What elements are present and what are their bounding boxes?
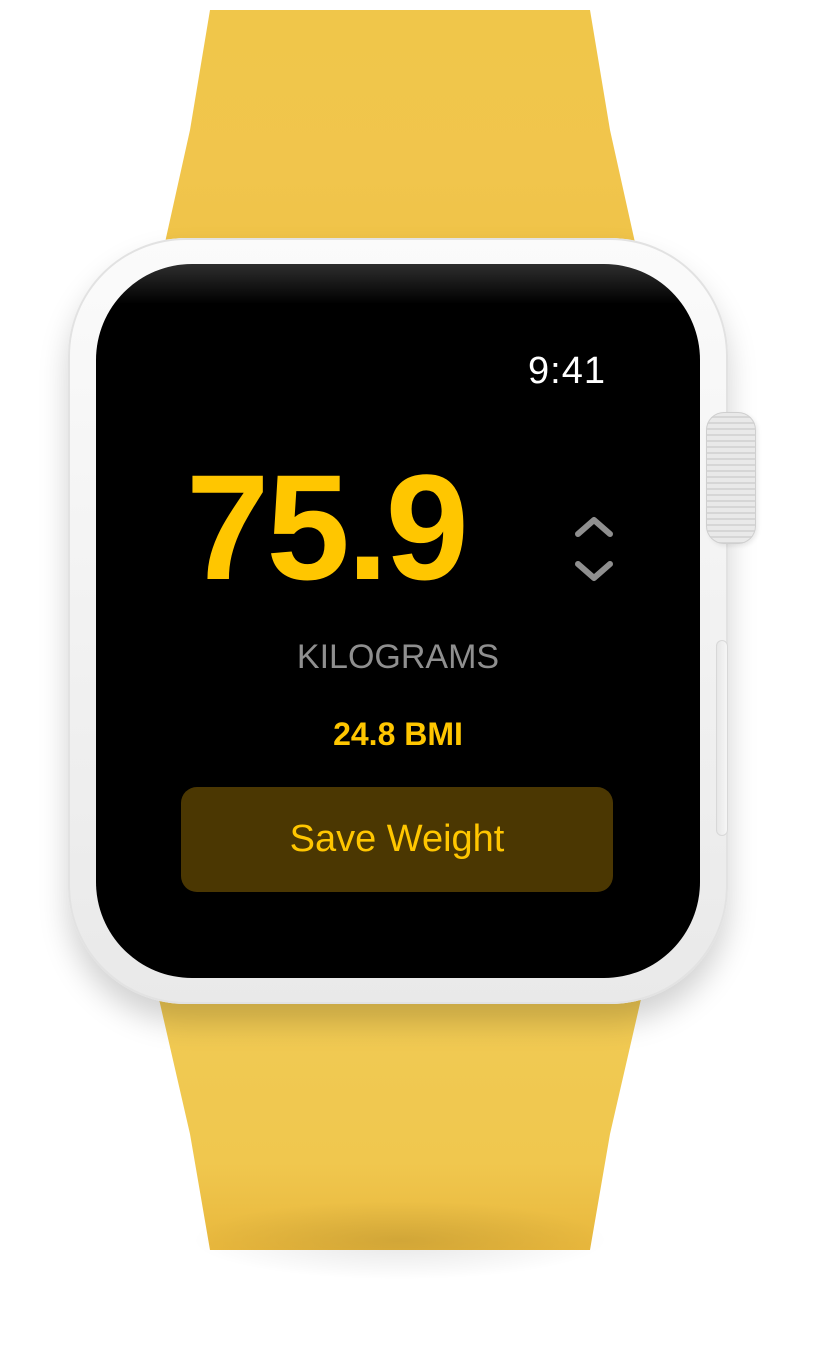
- weight-unit-label: KILOGRAMS: [296, 638, 500, 676]
- save-weight-button[interactable]: Save Weight: [181, 787, 613, 892]
- band-shadow: [190, 1200, 610, 1280]
- digital-crown[interactable]: [706, 412, 756, 544]
- watch-screen: 9:41 75.9 KILOGRAMS 24.8 BMI Save Weight: [96, 264, 700, 978]
- bmi-value: 24.8 BMI: [333, 716, 463, 752]
- chevron-up-down-icon[interactable]: [572, 514, 616, 588]
- weight-value[interactable]: 75.9: [186, 452, 469, 602]
- watch-mockup: 9:41 75.9 KILOGRAMS 24.8 BMI Save Weight: [0, 0, 824, 1370]
- side-button[interactable]: [716, 640, 728, 836]
- screen-glare: [96, 264, 700, 304]
- status-time: 9:41: [528, 350, 606, 392]
